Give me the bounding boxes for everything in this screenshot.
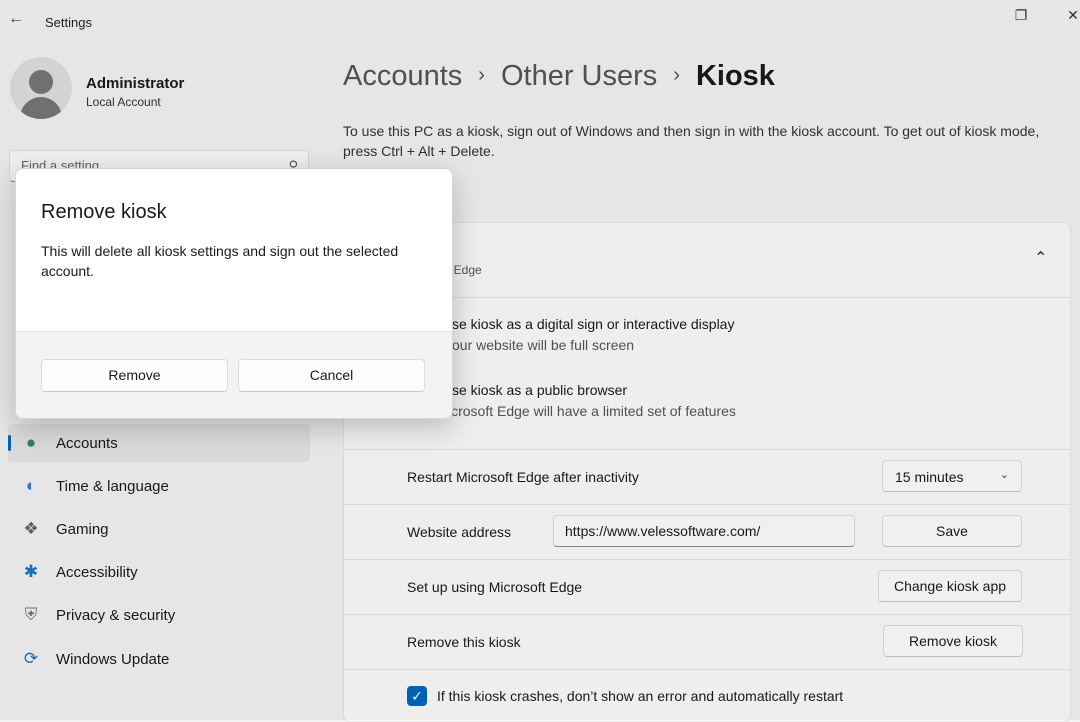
dialog-footer: Remove Cancel [16,331,452,418]
remove-button[interactable]: Remove [41,359,228,392]
remove-kiosk-dialog: Remove kiosk This will delete all kiosk … [15,168,453,419]
dialog-title: Remove kiosk [41,201,167,223]
dialog-message: This will delete all kiosk settings and … [41,243,399,279]
cancel-button[interactable]: Cancel [238,359,425,392]
